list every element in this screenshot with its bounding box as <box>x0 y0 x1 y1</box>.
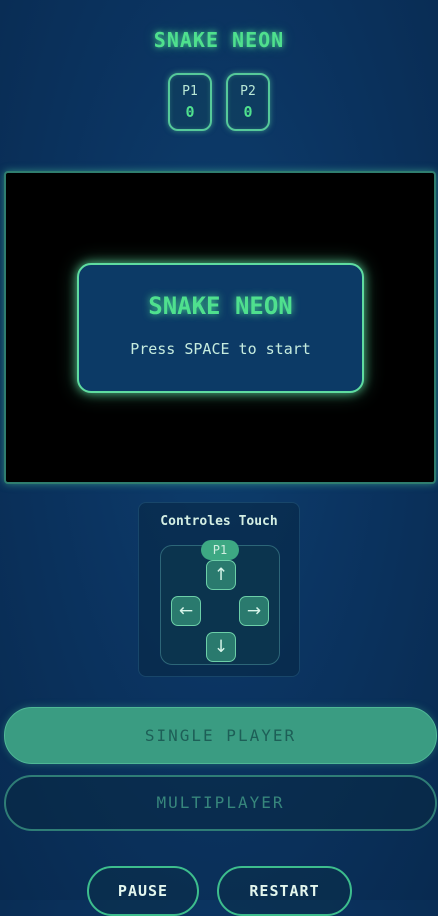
score-box-p1: P1 0 <box>168 73 212 131</box>
score-value-p1: 0 <box>185 102 195 121</box>
score-label-p2: P2 <box>240 83 256 99</box>
pause-button[interactable]: PAUSE <box>87 866 199 916</box>
down-arrow-button[interactable]: ↓ <box>206 632 236 662</box>
up-arrow-button[interactable]: ↑ <box>206 560 236 590</box>
single-player-button[interactable]: SINGLE PLAYER <box>4 707 437 764</box>
player-badge: P1 <box>201 540 239 560</box>
right-arrow-button[interactable]: → <box>239 596 269 626</box>
dpad: P1 ↑ ← → ↓ <box>160 540 280 665</box>
scoreboard: P1 0 P2 0 <box>0 73 438 131</box>
overlay-message: Press SPACE to start <box>130 340 311 358</box>
start-overlay: SNAKE NEON Press SPACE to start <box>77 263 364 393</box>
score-label-p1: P1 <box>182 83 198 99</box>
overlay-title: SNAKE NEON <box>148 292 293 320</box>
touch-controls-title: Controles Touch <box>160 514 278 529</box>
left-arrow-button[interactable]: ← <box>171 596 201 626</box>
score-box-p2: P2 0 <box>226 73 270 131</box>
score-value-p2: 0 <box>243 102 253 121</box>
multiplayer-button[interactable]: MULTIPLAYER <box>4 775 437 831</box>
restart-button[interactable]: RESTART <box>217 866 352 916</box>
game-canvas[interactable]: SNAKE NEON Press SPACE to start <box>4 171 436 484</box>
game-title: SNAKE NEON <box>153 28 285 52</box>
touch-controls-panel: Controles Touch P1 ↑ ← → ↓ <box>138 502 300 677</box>
